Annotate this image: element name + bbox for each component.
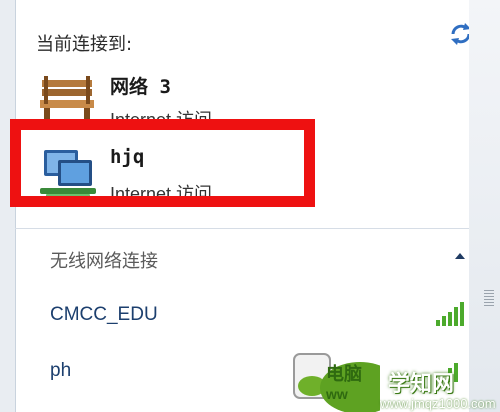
wifi-network-item[interactable]: CMCC_EDU bbox=[50, 304, 158, 326]
section-divider bbox=[15, 228, 469, 229]
scrollbar-track[interactable] bbox=[469, 0, 500, 412]
refresh-icon[interactable] bbox=[447, 20, 471, 48]
wifi-network-item[interactable]: ph bbox=[50, 360, 71, 382]
connection-name: 网络 3 bbox=[110, 76, 171, 98]
scrollbar-grip-icon[interactable] bbox=[484, 290, 494, 306]
watermark-partial-text: ww bbox=[326, 386, 348, 402]
collapse-chevron-icon[interactable] bbox=[452, 248, 468, 264]
wireless-section-header: 无线网络连接 bbox=[50, 251, 158, 272]
watermark-partial-text: 电脑 bbox=[326, 364, 362, 385]
current-connections-header: 当前连接到: bbox=[36, 34, 133, 55]
watermark-url: www.jmqz1000.com bbox=[380, 396, 496, 411]
highlight-annotation-box bbox=[10, 119, 315, 207]
signal-strength-icon bbox=[436, 302, 464, 326]
watermark-site-name: 学知网 bbox=[388, 372, 455, 397]
site-watermark: 电脑 ww 学知网 www.jmqz1000.com bbox=[290, 352, 500, 412]
